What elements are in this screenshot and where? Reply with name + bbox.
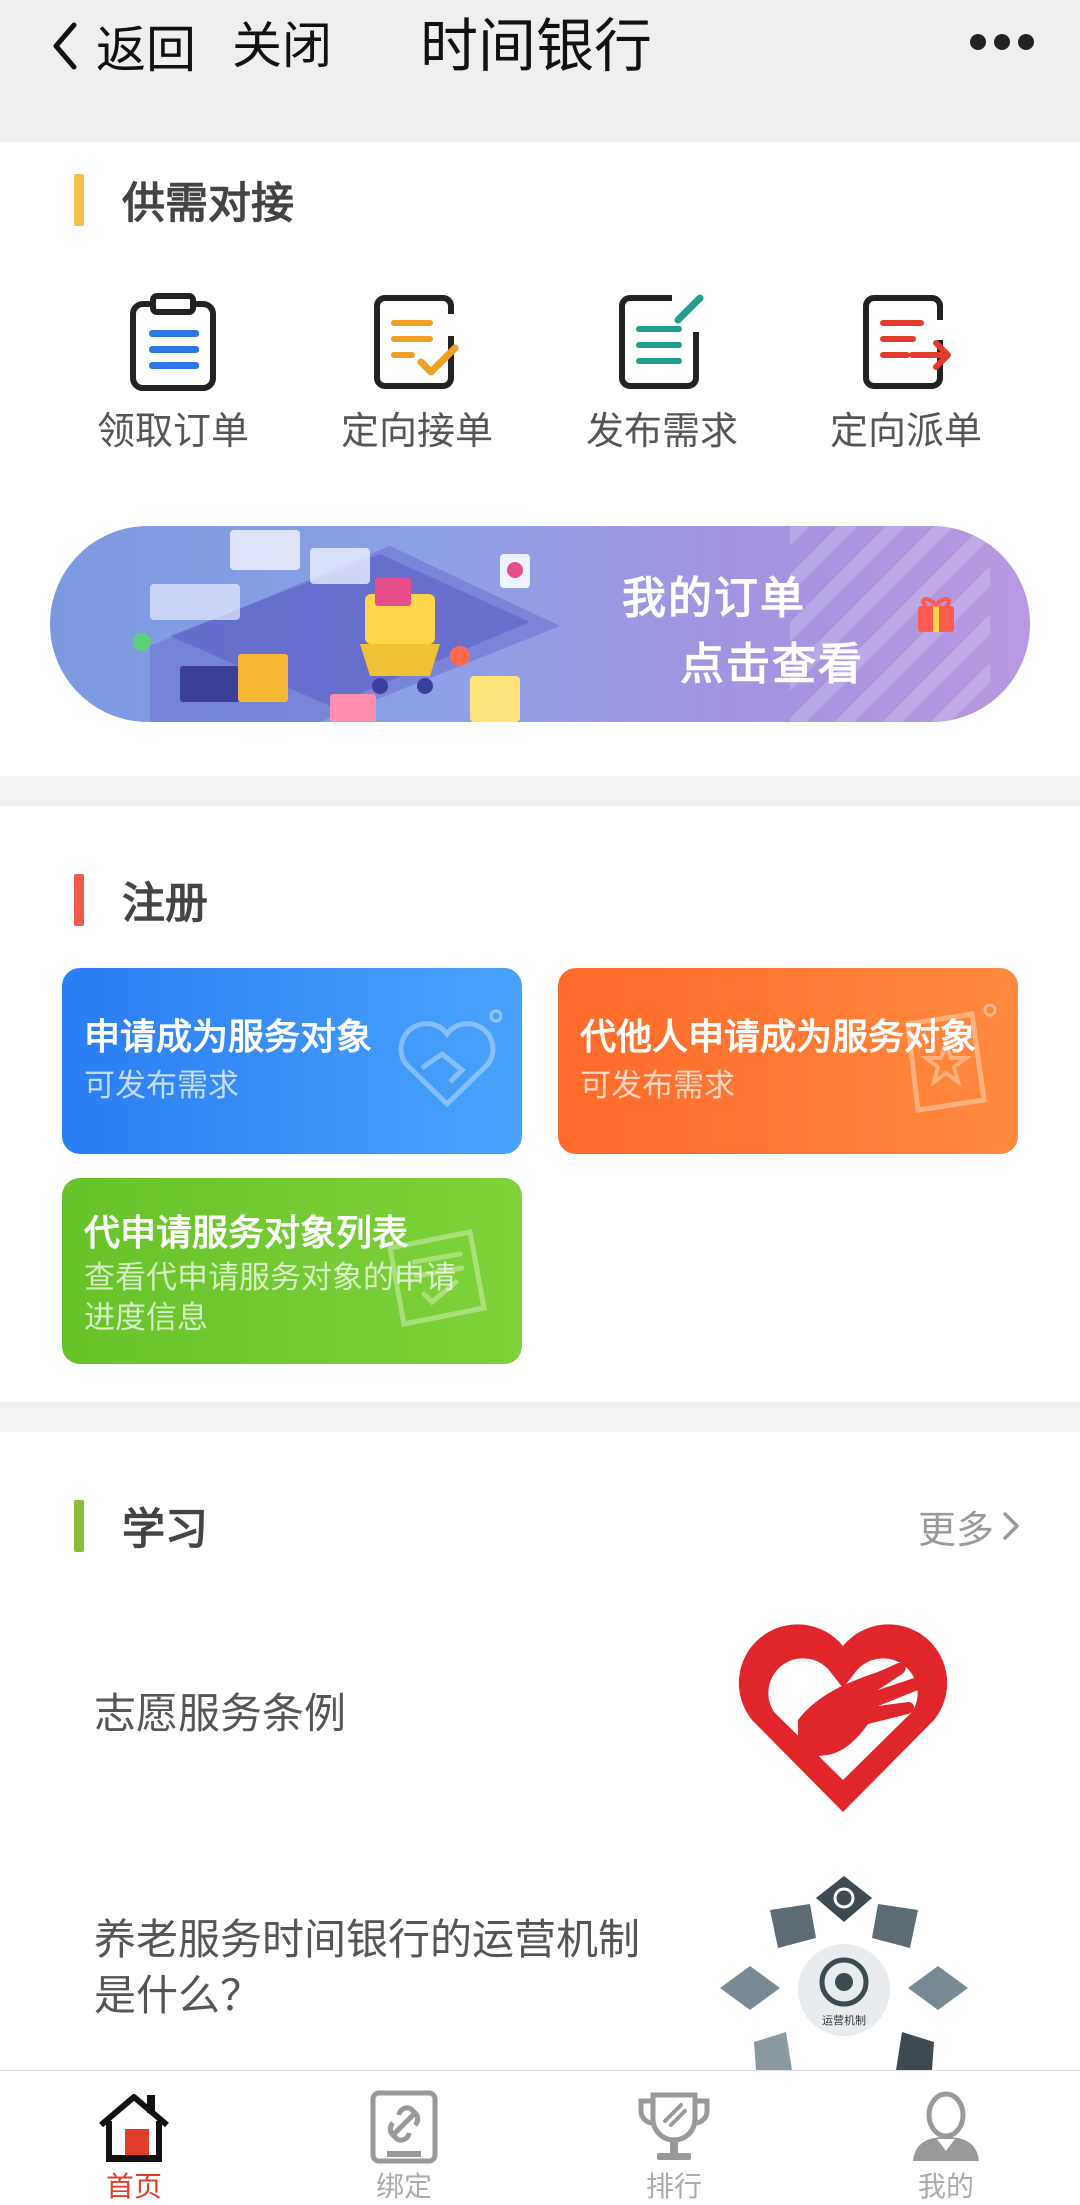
dot-icon: [970, 34, 986, 50]
clipboard-icon: [130, 293, 216, 391]
grid-item-label: 定向接单: [340, 409, 493, 453]
grid-item-label: 领取订单: [96, 409, 249, 453]
article-title: 志愿服务条例: [94, 1689, 347, 1738]
grid-item-label: 发布需求: [585, 409, 738, 453]
section-header: 学习: [74, 1500, 208, 1555]
article-title-line2: 是什么？: [94, 1971, 263, 2020]
nav-bar: 返回 关闭 时间银行: [0, 0, 1080, 142]
tab-mine[interactable]: 我的: [846, 2071, 1046, 2205]
back-label: 返回: [96, 21, 196, 79]
section-accent-bar: [74, 874, 84, 926]
banner-line1: 我的订单: [622, 573, 806, 624]
directed-dispatch-button[interactable]: 定向派单: [806, 292, 1006, 462]
heart-handshake-icon: [398, 1009, 502, 1108]
section-header: 供需对接: [74, 174, 294, 229]
section-accent-bar: [74, 174, 84, 226]
star-ticket-icon: [905, 1004, 997, 1113]
tab-label: 我的: [917, 2170, 974, 2203]
apply-for-others-card[interactable]: 代他人申请成为服务对象 可发布需求: [558, 968, 1018, 1154]
proxy-application-list-card[interactable]: 代申请服务对象列表 查看代申请服务对象的申请 进度信息: [62, 1178, 522, 1364]
banner-line2: 点击查看: [680, 639, 864, 690]
mechanism-diagram-icon: 运营机制: [720, 1876, 968, 2070]
mechanism-caption: 运营机制: [822, 2013, 866, 2027]
user-icon: [913, 2091, 979, 2161]
more-label: 更多: [917, 1507, 994, 1552]
card-title: 代申请服务对象列表: [84, 1213, 409, 1254]
chevron-right-icon: [1003, 1512, 1019, 1540]
tab-bar: 首页 绑定 排行 我的: [0, 2070, 1080, 2205]
supply-grid: 领取订单 定向接单 发布需求 定向派单: [0, 292, 1080, 462]
card-subtitle: 可发布需求: [580, 1068, 735, 1104]
edit-document-icon: [619, 294, 704, 389]
section-title: 供需对接: [122, 179, 294, 229]
card-subtitle: 可发布需求: [84, 1068, 239, 1104]
section-title: 注册: [122, 879, 208, 929]
gift-icon: [918, 597, 954, 632]
article-item[interactable]: 养老服务时间银行的运营机制 是什么？ 运营机制: [0, 1872, 1080, 2070]
my-orders-banner[interactable]: 我的订单 点击查看: [50, 526, 1030, 722]
close-button[interactable]: 关闭: [232, 12, 332, 80]
register-section: 注册 申请成为服务对象 可发布需求 代他人申请成为服务对象 可发布需求 代申请服…: [0, 806, 1080, 1402]
volunteer-heart-hand-icon: [738, 1624, 948, 1812]
section-accent-bar: [74, 1500, 84, 1552]
supply-demand-section: 供需对接 领取订单 定向接单 发布需求 定向派单 我的订单 点击查看: [0, 142, 1080, 776]
document-check-icon: [387, 1229, 487, 1327]
grid-item-label: 定向派单: [829, 409, 982, 453]
more-menu-button[interactable]: [970, 22, 1034, 62]
article-item[interactable]: 志愿服务条例: [0, 1586, 1080, 1856]
section-header: 注册: [74, 874, 208, 929]
home-icon: [99, 2094, 169, 2162]
checklist-icon: [374, 295, 459, 389]
trophy-icon: [638, 2092, 710, 2160]
shopping-illustration-icon: [133, 530, 560, 722]
dispatch-document-icon: [863, 295, 951, 389]
tab-label: 排行: [645, 2170, 702, 2203]
section-title: 学习: [122, 1505, 208, 1555]
card-subtitle-line2: 进度信息: [84, 1300, 208, 1336]
link-icon: [370, 2090, 438, 2164]
publish-demand-button[interactable]: 发布需求: [562, 292, 762, 462]
dot-icon: [994, 34, 1010, 50]
tab-ranking[interactable]: 排行: [574, 2071, 774, 2205]
card-title: 申请成为服务对象: [84, 1017, 373, 1058]
directed-accept-button[interactable]: 定向接单: [317, 292, 517, 462]
chevron-left-icon: [53, 22, 77, 70]
study-section: 学习 更多 志愿服务条例 养老服务时间银行的运营机制 是什么？ 运营机制: [0, 1432, 1080, 2070]
more-link[interactable]: 更多: [918, 1500, 1020, 1552]
page-title: 时间银行: [420, 12, 653, 80]
tab-label: 绑定: [375, 2170, 432, 2203]
dot-icon: [1018, 34, 1034, 50]
tab-label: 首页: [105, 2170, 162, 2203]
tab-bind[interactable]: 绑定: [304, 2071, 504, 2205]
article-title-line1: 养老服务时间银行的运营机制: [94, 1915, 641, 1964]
tab-home[interactable]: 首页: [34, 2071, 234, 2205]
banner-stripes: [790, 526, 990, 722]
apply-service-target-card[interactable]: 申请成为服务对象 可发布需求: [62, 968, 522, 1154]
back-button[interactable]: 返回: [48, 12, 196, 80]
claim-order-button[interactable]: 领取订单: [73, 292, 273, 462]
